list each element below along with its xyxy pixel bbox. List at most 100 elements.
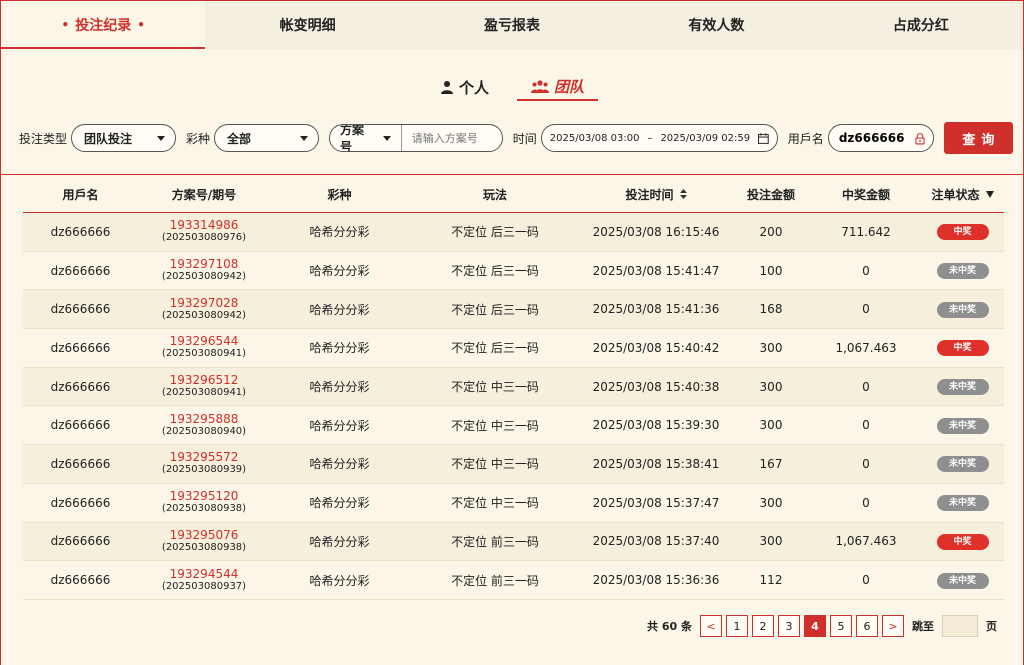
cell-play: 不定位 后三一码 — [451, 264, 539, 279]
cell-plan: 193296544 (202503080941) — [138, 335, 270, 360]
cell-lottery: 哈希分分彩 — [309, 534, 370, 549]
col-header-time[interactable]: 投注时间 — [581, 186, 731, 203]
cell-time: 2025/03/08 15:40:38 — [592, 379, 720, 394]
issue-number: (202503080938) — [161, 503, 247, 515]
page-button-4[interactable]: 4 — [804, 615, 826, 637]
team-icon — [531, 80, 549, 93]
cell-lottery: 哈希分分彩 — [309, 264, 370, 279]
date-range-picker[interactable]: 2025/03/08 03:00 – 2025/03/09 02:59 — [540, 124, 778, 152]
page-button-1[interactable]: 1 — [726, 615, 748, 637]
table-row: dz666666 193297028 (202503080942) 哈希分分彩 不定位 … — [23, 290, 1004, 330]
col-header-status[interactable]: 注单状态 — [921, 186, 1004, 203]
tab-dot-right: • — [137, 18, 145, 32]
cell-amount: 300 — [759, 340, 783, 355]
status-badge: 未中奖 — [936, 495, 989, 512]
cell-lottery: 哈希分分彩 — [309, 496, 370, 511]
cell-user: dz666666 — [50, 224, 111, 239]
cell-win: 0 — [862, 418, 870, 433]
plan-number-link[interactable]: 193295120 — [138, 490, 270, 503]
tab-active-users[interactable]: 有效人数 — [614, 1, 818, 49]
total-count: 共 60 条 — [647, 620, 692, 633]
plan-type-select[interactable]: 方案号 — [330, 125, 402, 151]
issue-number: (202503080941) — [161, 348, 247, 360]
time-label: 时间 — [512, 131, 537, 146]
plan-number-link[interactable]: 193314986 — [138, 219, 270, 232]
cell-plan: 193297108 (202503080942) — [138, 258, 270, 283]
cell-win: 0 — [862, 495, 870, 510]
tab-dividend[interactable]: 占成分红 — [819, 1, 1023, 49]
cell-status: 未中奖 — [921, 301, 1004, 318]
cell-win: 0 — [862, 263, 870, 278]
cell-plan: 193295076 (202503080938) — [138, 528, 270, 554]
pagination: 共 60 条 < 1 2 3 4 5 6 > 跳至 页 — [647, 615, 997, 637]
cell-user: dz666666 — [50, 573, 111, 588]
user-input[interactable] — [828, 125, 915, 151]
app-frame: • 投注纪录 • 帐变明细 盈亏报表 有效人数 占成分红 个人 团队 投注类型 … — [0, 0, 1024, 665]
bet-type-select[interactable]: 团队投注 — [71, 124, 176, 152]
cell-plan: 193295888 (202503080940) — [138, 412, 270, 438]
cell-user: dz666666 — [50, 379, 111, 394]
table-row: dz666666 193314986 (202503080976) 哈希分分彩 不定位 … — [23, 213, 1004, 252]
tab-profit-report[interactable]: 盈亏报表 — [410, 1, 614, 49]
cell-time: 2025/03/08 15:40:42 — [592, 340, 720, 355]
tab-label: 投注纪录 — [75, 18, 132, 34]
scope-tab-team[interactable]: 团队 — [517, 73, 599, 101]
date-from: 2025/03/08 03:00 — [549, 132, 640, 144]
issue-number: (202503080941) — [161, 387, 247, 399]
jump-page-input[interactable] — [942, 615, 978, 637]
tab-label: 帐变明细 — [279, 18, 336, 34]
issue-number: (202503080939) — [161, 464, 247, 476]
scope-tab-label: 团队 — [554, 77, 585, 96]
plan-input[interactable] — [401, 125, 502, 151]
tab-account-changes[interactable]: 帐变明细 — [205, 1, 409, 49]
cell-status: 中奖 — [921, 223, 1004, 241]
page-button-6[interactable]: 6 — [856, 615, 878, 637]
cell-time: 2025/03/08 15:37:47 — [592, 495, 720, 510]
cell-plan: 193295572 (202503080939) — [138, 451, 270, 476]
tab-bet-records[interactable]: • 投注纪录 • — [1, 1, 206, 49]
cell-amount: 112 — [759, 573, 783, 588]
cell-time: 2025/03/08 15:39:30 — [592, 418, 720, 433]
cell-status: 未中奖 — [921, 455, 1004, 473]
cell-play: 不定位 中三一码 — [451, 418, 539, 433]
cell-amount: 200 — [759, 224, 783, 239]
scope-tab-personal[interactable]: 个人 — [426, 73, 503, 101]
table-row: dz666666 193297108 (202503080942) 哈希分分彩 不定位 … — [23, 251, 1004, 291]
caret-down-icon — [382, 135, 391, 141]
calendar-icon — [758, 132, 769, 144]
query-button[interactable]: 查询 — [943, 122, 1013, 154]
plan-number-link[interactable]: 193295888 — [138, 412, 270, 426]
plan-number-link[interactable]: 193295572 — [138, 451, 270, 464]
lock-icon[interactable] — [915, 132, 925, 145]
top-tab-bar: • 投注纪录 • 帐变明细 盈亏报表 有效人数 占成分红 — [1, 1, 1023, 49]
tab-dot-left: • — [61, 18, 70, 32]
plan-number-link[interactable]: 193296512 — [138, 374, 270, 387]
plan-number-link[interactable]: 193297108 — [138, 258, 270, 271]
issue-number: (202503080942) — [161, 309, 247, 321]
jump-label: 跳至 — [912, 620, 934, 633]
table-row: dz666666 193295120 (202503080938) 哈希分分彩 不定位 … — [23, 483, 1004, 523]
tab-label: 有效人数 — [688, 18, 745, 34]
bet-type-label: 投注类型 — [19, 131, 68, 146]
page-button-3[interactable]: 3 — [778, 615, 800, 637]
next-page-button[interactable]: > — [882, 615, 904, 637]
cell-win: 1,067.463 — [835, 534, 897, 549]
cell-status: 未中奖 — [921, 262, 1004, 280]
cell-play: 不定位 后三一码 — [451, 341, 539, 356]
plan-number-link[interactable]: 193297028 — [138, 296, 270, 310]
lottery-select[interactable]: 全部 — [214, 124, 319, 152]
plan-number-link[interactable]: 193295076 — [138, 528, 270, 542]
col-header-amount: 投注金额 — [746, 187, 795, 202]
plan-number-link[interactable]: 193296544 — [138, 335, 270, 348]
page-button-2[interactable]: 2 — [752, 615, 774, 637]
cell-win: 711.642 — [841, 224, 891, 239]
cell-status: 未中奖 — [921, 378, 1004, 396]
scope-tab-label: 个人 — [458, 78, 489, 97]
issue-number: (202503080942) — [161, 271, 247, 283]
sort-icon[interactable] — [679, 189, 687, 199]
prev-page-button[interactable]: < — [700, 615, 722, 637]
filter-icon[interactable] — [985, 190, 994, 198]
plan-number-link[interactable]: 193294544 — [138, 567, 270, 581]
page-unit-label: 页 — [986, 620, 997, 633]
page-button-5[interactable]: 5 — [830, 615, 852, 637]
